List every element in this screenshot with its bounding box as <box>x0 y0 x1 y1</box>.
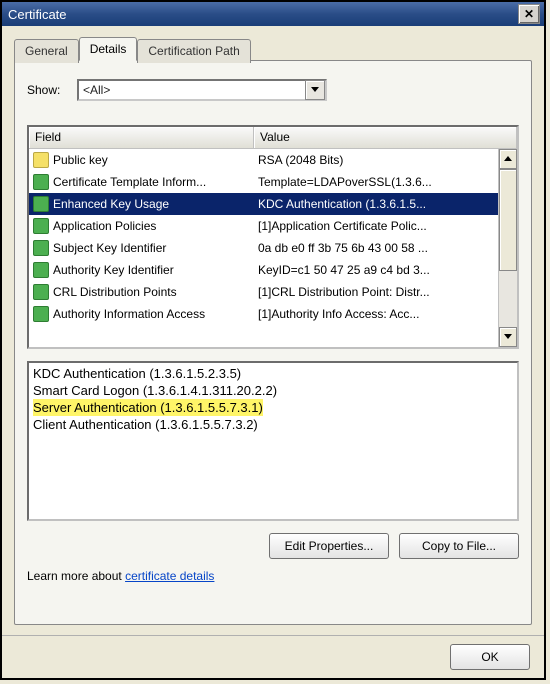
titlebar: Certificate ✕ <box>2 2 544 26</box>
extension-icon <box>33 196 49 212</box>
table-row[interactable]: Application Policies [1]Application Certi… <box>29 215 498 237</box>
value-cell: Template=LDAPoverSSL(1.3.6... <box>254 175 498 189</box>
chevron-up-icon <box>504 156 512 162</box>
field-name: Enhanced Key Usage <box>53 197 169 211</box>
client-area: General Details Certification Path Show:… <box>2 26 544 635</box>
detail-line: Server Authentication (1.3.6.1.5.5.7.3.1… <box>33 399 513 416</box>
detail-line-text: Smart Card Logon (1.3.6.1.4.1.311.20.2.2… <box>33 383 277 398</box>
tab-details[interactable]: Details <box>79 37 138 61</box>
value-cell: 0a db e0 ff 3b 75 6b 43 00 58 ... <box>254 241 498 255</box>
field-value: KeyID=c1 50 47 25 a9 c4 bd 3... <box>258 263 430 277</box>
value-cell: [1]Authority Info Access: Acc... <box>254 307 498 321</box>
table-row[interactable]: Enhanced Key Usage KDC Authentication (1.… <box>29 193 498 215</box>
value-cell: KeyID=c1 50 47 25 a9 c4 bd 3... <box>254 263 498 277</box>
field-value: Template=LDAPoverSSL(1.3.6... <box>258 175 432 189</box>
field-value: 0a db e0 ff 3b 75 6b 43 00 58 ... <box>258 241 428 255</box>
field-value: [1]Authority Info Access: Acc... <box>258 307 419 321</box>
field-cell: Authority Key Identifier <box>29 262 254 278</box>
table-row[interactable]: Authority Information Access [1]Authority… <box>29 303 498 325</box>
value-cell: KDC Authentication (1.3.6.1.5... <box>254 197 498 211</box>
fields-listview: Field Value Public key RSA (2048 Bits) Cer… <box>27 125 519 349</box>
show-row: Show: <All> <box>27 79 519 101</box>
table-row[interactable]: Authority Key Identifier KeyID=c1 50 47 2… <box>29 259 498 281</box>
field-value: KDC Authentication (1.3.6.1.5... <box>258 197 426 211</box>
field-cell: Application Policies <box>29 218 254 234</box>
field-cell: Subject Key Identifier <box>29 240 254 256</box>
scrollbar-thumb[interactable] <box>499 169 517 271</box>
detail-textbox[interactable]: KDC Authentication (1.3.6.1.5.2.3.5) Smar… <box>27 361 519 521</box>
extension-icon <box>33 262 49 278</box>
field-name: Certificate Template Inform... <box>53 175 206 189</box>
extension-icon <box>33 218 49 234</box>
tab-label: Certification Path <box>148 44 239 58</box>
value-cell: RSA (2048 Bits) <box>254 153 498 167</box>
chevron-down-icon <box>311 87 319 93</box>
field-name: Public key <box>53 153 108 167</box>
tab-label: General <box>25 44 68 58</box>
field-value: [1]CRL Distribution Point: Distr... <box>258 285 430 299</box>
button-row: Edit Properties... Copy to File... <box>27 533 519 559</box>
copy-to-file-button[interactable]: Copy to File... <box>399 533 519 559</box>
column-header-value[interactable]: Value <box>254 127 517 149</box>
scrollbar-up-button[interactable] <box>499 149 517 169</box>
detail-line-highlighted: Server Authentication (1.3.6.1.5.5.7.3.1… <box>33 399 263 416</box>
field-name: Authority Key Identifier <box>53 263 174 277</box>
extension-icon <box>33 306 49 322</box>
field-cell: Public key <box>29 152 254 168</box>
scrollbar-down-button[interactable] <box>499 327 517 347</box>
listview-body-wrap: Public key RSA (2048 Bits) Certificate Tem… <box>29 149 517 347</box>
column-header-field[interactable]: Field <box>29 127 254 149</box>
tab-certification-path[interactable]: Certification Path <box>137 39 250 63</box>
table-row[interactable]: Public key RSA (2048 Bits) <box>29 149 498 171</box>
extension-icon <box>33 240 49 256</box>
field-name: Authority Information Access <box>53 307 205 321</box>
extension-icon <box>33 174 49 190</box>
table-row[interactable]: Subject Key Identifier 0a db e0 ff 3b 75 … <box>29 237 498 259</box>
tab-label: Details <box>90 42 127 56</box>
key-icon <box>33 152 49 168</box>
dialog-footer: OK <box>2 635 544 678</box>
learn-more-link[interactable]: certificate details <box>125 569 214 583</box>
field-cell: Authority Information Access <box>29 306 254 322</box>
tab-panel-details: Show: <All> Field Value Public key RSA (2… <box>14 60 532 625</box>
edit-properties-button[interactable]: Edit Properties... <box>269 533 389 559</box>
listview-body[interactable]: Public key RSA (2048 Bits) Certificate Tem… <box>29 149 498 347</box>
field-name: Subject Key Identifier <box>53 241 166 255</box>
close-button[interactable]: ✕ <box>518 4 540 24</box>
field-cell: Certificate Template Inform... <box>29 174 254 190</box>
detail-line: Smart Card Logon (1.3.6.1.4.1.311.20.2.2… <box>33 382 513 399</box>
detail-line-text: KDC Authentication (1.3.6.1.5.2.3.5) <box>33 366 241 381</box>
field-value: RSA (2048 Bits) <box>258 153 343 167</box>
tab-strip: General Details Certification Path <box>14 37 532 61</box>
value-cell: [1]CRL Distribution Point: Distr... <box>254 285 498 299</box>
show-label: Show: <box>27 83 77 97</box>
field-name: Application Policies <box>53 219 156 233</box>
table-row[interactable]: CRL Distribution Points [1]CRL Distributi… <box>29 281 498 303</box>
combobox-button[interactable] <box>305 80 325 100</box>
show-combobox[interactable]: <All> <box>77 79 327 101</box>
window-title: Certificate <box>8 7 67 22</box>
show-combobox-value: <All> <box>83 83 305 97</box>
field-cell: Enhanced Key Usage <box>29 196 254 212</box>
field-value: [1]Application Certificate Polic... <box>258 219 427 233</box>
learn-more-prefix: Learn more about <box>27 569 125 583</box>
detail-line: KDC Authentication (1.3.6.1.5.2.3.5) <box>33 365 513 382</box>
scrollbar-track[interactable] <box>499 169 517 327</box>
table-row[interactable]: Certificate Template Inform... Template=L… <box>29 171 498 193</box>
certificate-dialog: Certificate ✕ General Details Certificat… <box>0 0 546 680</box>
detail-line-text: Client Authentication (1.3.6.1.5.5.7.3.2… <box>33 417 258 432</box>
detail-line: Client Authentication (1.3.6.1.5.5.7.3.2… <box>33 416 513 433</box>
value-cell: [1]Application Certificate Polic... <box>254 219 498 233</box>
field-cell: CRL Distribution Points <box>29 284 254 300</box>
learn-more: Learn more about certificate details <box>27 569 519 583</box>
close-icon: ✕ <box>524 7 534 21</box>
vertical-scrollbar[interactable] <box>498 149 517 347</box>
chevron-down-icon <box>504 334 512 340</box>
listview-header: Field Value <box>29 127 517 149</box>
extension-icon <box>33 284 49 300</box>
tab-general[interactable]: General <box>14 39 79 63</box>
field-name: CRL Distribution Points <box>53 285 177 299</box>
ok-button[interactable]: OK <box>450 644 530 670</box>
